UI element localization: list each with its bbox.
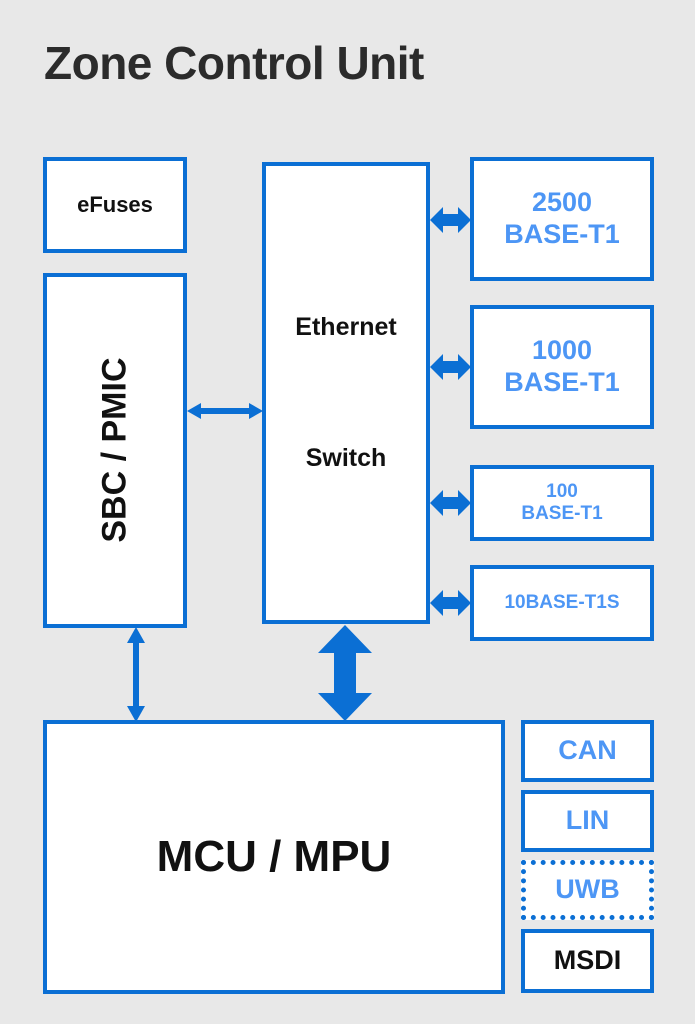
connector-ethernet-to-mcu bbox=[318, 625, 372, 721]
connector-sbc-to-ethernet bbox=[187, 403, 263, 419]
block-sbc-pmic: SBC / PMIC bbox=[43, 273, 187, 628]
block-phy-100base-t1-text: 100 BASE-T1 bbox=[521, 481, 602, 526]
block-phy-1000base-t1-line1: 1000 bbox=[531, 335, 593, 366]
block-uwb: UWB bbox=[521, 860, 654, 920]
block-can: CAN bbox=[521, 720, 654, 782]
page-title: Zone Control Unit bbox=[44, 37, 424, 89]
block-phy-100base-t1-line2: BASE-T1 bbox=[521, 503, 603, 524]
connector-ethernet-to-phy-1000 bbox=[430, 354, 471, 380]
block-msdi: MSDI bbox=[521, 929, 654, 993]
block-phy-100base-t1: 100 BASE-T1 bbox=[470, 465, 654, 541]
zone-control-unit-diagram: Zone Control Unit eFuses SBC / PMIC Ethe… bbox=[0, 0, 695, 1024]
block-sbc-pmic-label: SBC / PMIC bbox=[95, 357, 134, 544]
connector-ethernet-to-phy-10 bbox=[430, 590, 471, 616]
block-efuses-label: eFuses bbox=[77, 192, 153, 218]
block-lin-label: LIN bbox=[565, 805, 610, 836]
block-phy-2500base-t1-line1: 2500 bbox=[531, 187, 593, 218]
connector-ethernet-to-phy-2500 bbox=[430, 207, 471, 233]
block-phy-10base-t1s: 10BASE-T1S bbox=[470, 565, 654, 641]
block-mcu-mpu: MCU / MPU bbox=[43, 720, 505, 994]
block-phy-2500base-t1: 2500 BASE-T1 bbox=[470, 157, 654, 281]
block-efuses: eFuses bbox=[43, 157, 187, 253]
block-phy-1000base-t1: 1000 BASE-T1 bbox=[470, 305, 654, 429]
block-phy-10base-t1s-label: 10BASE-T1S bbox=[504, 591, 620, 613]
block-ethernet-switch-line2: Switch bbox=[305, 444, 387, 472]
block-phy-2500base-t1-text: 2500 BASE-T1 bbox=[504, 187, 620, 251]
block-ethernet-switch: Ethernet Switch bbox=[262, 162, 430, 624]
connector-ethernet-to-phy-100 bbox=[430, 490, 471, 516]
block-lin: LIN bbox=[521, 790, 654, 852]
block-msdi-label: MSDI bbox=[553, 945, 622, 976]
block-ethernet-switch-line1: Ethernet bbox=[295, 312, 397, 341]
block-mcu-mpu-label: MCU / MPU bbox=[156, 832, 392, 882]
block-phy-1000base-t1-text: 1000 BASE-T1 bbox=[504, 335, 620, 399]
block-ethernet-switch-text: Ethernet Switch bbox=[266, 313, 426, 474]
connector-sbc-to-mcu bbox=[127, 627, 145, 722]
block-uwb-label: UWB bbox=[555, 874, 620, 905]
block-phy-1000base-t1-line2: BASE-T1 bbox=[504, 367, 620, 397]
block-phy-2500base-t1-line2: BASE-T1 bbox=[504, 219, 620, 249]
block-can-label: CAN bbox=[558, 735, 617, 766]
block-phy-100base-t1-line1: 100 bbox=[546, 480, 578, 502]
